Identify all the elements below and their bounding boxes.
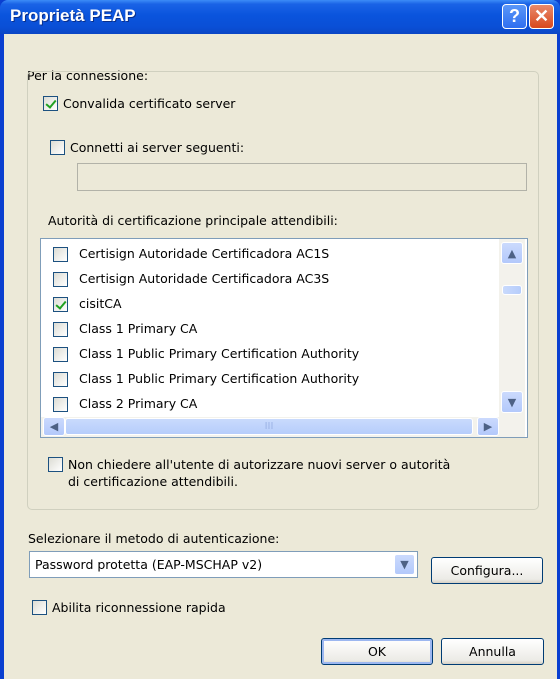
ok-button-label: OK bbox=[367, 644, 387, 659]
chevron-up-icon: ▲ bbox=[507, 246, 517, 260]
ca-name: Class 1 Public Primary Certification Aut… bbox=[79, 371, 360, 386]
no-prompt-label-line1[interactable]: Non chiedere all'utente di autorizzare n… bbox=[68, 457, 450, 472]
connect-servers-label[interactable]: Connetti ai server seguenti: bbox=[70, 140, 244, 155]
close-button[interactable]: ✕ bbox=[529, 4, 554, 29]
scroll-up-button[interactable]: ▲ bbox=[501, 242, 523, 264]
ca-name: Class 1 Public Primary Certification Aut… bbox=[79, 346, 360, 361]
ca-checkbox[interactable] bbox=[53, 372, 68, 387]
ca-name: Certisign Autoridade Certificadora AC3S bbox=[79, 271, 330, 286]
ca-checkbox[interactable] bbox=[53, 297, 68, 312]
ca-checkbox[interactable] bbox=[53, 397, 68, 412]
scroll-right-button[interactable]: ▶ bbox=[477, 417, 499, 436]
scroll-left-button[interactable]: ◀ bbox=[43, 417, 65, 436]
no-prompt-checkbox[interactable] bbox=[48, 457, 63, 472]
connect-servers-checkbox[interactable] bbox=[50, 140, 65, 155]
vertical-scroll-thumb[interactable] bbox=[502, 285, 522, 295]
vertical-scrollbar[interactable]: ▲ ▼ bbox=[499, 239, 525, 417]
server-names-input[interactable] bbox=[77, 163, 527, 191]
scroll-down-button[interactable]: ▼ bbox=[501, 391, 523, 413]
chevron-right-icon: ▶ bbox=[483, 420, 493, 433]
no-prompt-label-line2[interactable]: di certificazione attendibili. bbox=[68, 474, 238, 489]
auth-method-select[interactable]: Password protetta (EAP-MSCHAP v2) ▼ bbox=[29, 551, 418, 578]
validate-cert-checkbox[interactable] bbox=[43, 96, 58, 111]
ca-list-item[interactable]: Certisign Autoridade Certificadora AC3S bbox=[41, 267, 501, 292]
ca-checkbox[interactable] bbox=[53, 347, 68, 362]
cancel-button-label: Annulla bbox=[469, 644, 516, 659]
configure-button-label: Configura... bbox=[450, 563, 524, 578]
trusted-ca-label: Autorità di certificazione principale at… bbox=[48, 213, 338, 228]
title-bar[interactable]: Proprietà PEAP ? ✕ bbox=[0, 0, 560, 34]
auth-method-label: Selezionare il metodo di autenticazione: bbox=[28, 531, 280, 546]
auth-method-value: Password protetta (EAP-MSCHAP v2) bbox=[35, 557, 263, 572]
chevron-down-icon: ▼ bbox=[507, 395, 517, 409]
ca-list-item[interactable]: Class 1 Primary CA bbox=[41, 317, 501, 342]
ca-checkbox[interactable] bbox=[53, 322, 68, 337]
window-title: Proprietà PEAP bbox=[10, 6, 136, 25]
ca-list-item[interactable]: Certisign Autoridade Certificadora AC1S bbox=[41, 242, 501, 267]
ok-button[interactable]: OK bbox=[321, 638, 433, 665]
trusted-ca-list[interactable]: Certisign Autoridade Certificadora AC1S … bbox=[40, 238, 528, 438]
validate-cert-label[interactable]: Convalida certificato server bbox=[63, 96, 235, 111]
ca-name: Class 2 Primary CA bbox=[79, 396, 198, 411]
horizontal-scrollbar[interactable]: ◀ III ▶ bbox=[41, 417, 525, 437]
grip-icon: III bbox=[264, 421, 274, 432]
ca-name: Certisign Autoridade Certificadora AC1S bbox=[79, 246, 330, 261]
fast-reconnect-label[interactable]: Abilita riconnessione rapida bbox=[52, 600, 226, 615]
help-button[interactable]: ? bbox=[502, 4, 527, 29]
cancel-button[interactable]: Annulla bbox=[441, 638, 544, 665]
close-icon: ✕ bbox=[533, 6, 550, 26]
question-mark-icon: ? bbox=[509, 6, 520, 26]
ca-list-item[interactable]: Class 1 Public Primary Certification Aut… bbox=[41, 342, 501, 367]
ca-list-item[interactable]: Class 1 Public Primary Certification Aut… bbox=[41, 367, 501, 392]
dropdown-button[interactable]: ▼ bbox=[394, 554, 415, 575]
ca-list-item[interactable]: cisitCA bbox=[41, 292, 501, 317]
ca-name: cisitCA bbox=[79, 296, 122, 311]
ca-name: Class 1 Primary CA bbox=[79, 321, 198, 336]
fast-reconnect-checkbox[interactable] bbox=[32, 600, 47, 615]
chevron-left-icon: ◀ bbox=[49, 420, 59, 433]
horizontal-scroll-thumb[interactable]: III bbox=[65, 418, 473, 435]
chevron-down-icon: ▼ bbox=[400, 558, 409, 571]
configure-button[interactable]: Configura... bbox=[431, 557, 543, 584]
ca-checkbox[interactable] bbox=[53, 272, 68, 287]
ca-list-item[interactable]: Class 2 Primary CA bbox=[41, 392, 501, 417]
ca-checkbox[interactable] bbox=[53, 247, 68, 262]
